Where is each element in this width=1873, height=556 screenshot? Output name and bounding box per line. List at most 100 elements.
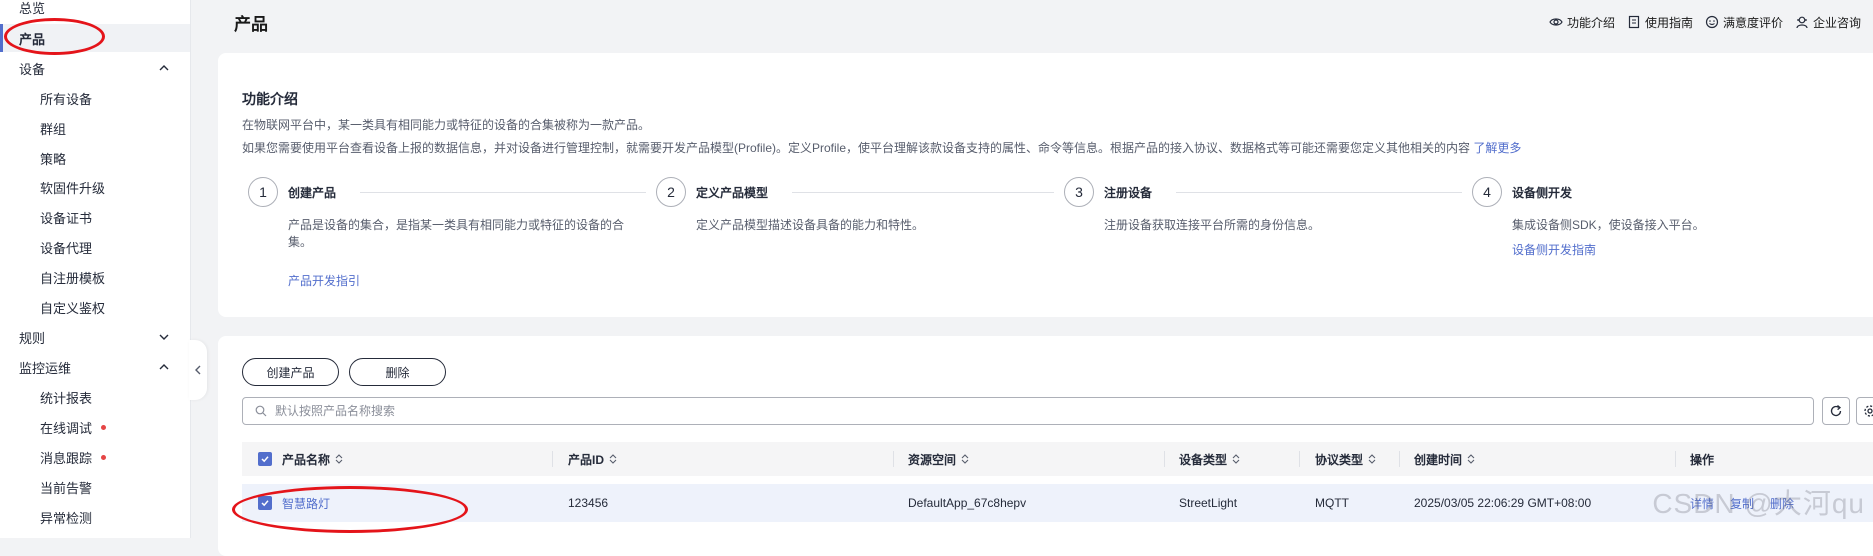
support-icon [1796,16,1808,29]
sort-icon[interactable] [1231,453,1241,465]
column-label: 产品ID [568,452,605,467]
step-title: 设备侧开发 [1512,186,1573,200]
step-title: 定义产品模型 [696,186,769,200]
sidebar-item-label: 异常检测 [40,510,93,526]
sort-icon[interactable] [1466,453,1476,465]
sidebar-item-anomaly-detection[interactable]: 异常检测 [0,503,190,531]
sidebar-item-message-trace[interactable]: 消息跟踪 [0,443,190,471]
product-dev-guide-link[interactable]: 产品开发指引 [288,272,360,289]
feature-intro-link[interactable]: 功能介绍 [1549,14,1615,31]
column-divider [1164,451,1165,467]
column-header-device-type[interactable]: 设备类型 [1179,442,1241,476]
eye-icon [1549,18,1563,26]
sidebar-item-self-register-template[interactable]: 自注册模板 [0,263,190,291]
select-all-checkbox[interactable] [258,452,272,466]
sidebar-item-groups[interactable]: 群组 [0,114,190,142]
column-label: 设备类型 [1179,452,1228,467]
cell-created-time: 2025/03/05 22:06:29 GMT+08:00 [1414,496,1592,510]
delete-button[interactable]: 删除 [349,358,446,386]
sidebar-item-overview[interactable]: 总览 [0,0,190,21]
step-connector [360,192,646,193]
column-divider [552,451,553,467]
user-guide-link[interactable]: 使用指南 [1627,14,1693,31]
header-link-label: 企业咨询 [1812,15,1861,30]
sort-icon[interactable] [608,453,618,465]
page-title: 产品 [234,15,268,34]
sidebar-item-device-proxy[interactable]: 设备代理 [0,233,190,261]
sidebar-item-policies[interactable]: 策略 [0,144,190,172]
header-link-label: 使用指南 [1644,15,1693,30]
column-header-name[interactable]: 产品名称 [258,442,344,476]
satisfaction-link[interactable]: 满意度评价 [1705,14,1783,31]
intro-title: 功能介绍 [242,91,298,107]
gear-icon [1864,405,1873,417]
refresh-icon [1830,405,1842,417]
sidebar-item-label: 监控运维 [19,360,72,376]
settings-button[interactable] [1856,397,1873,425]
column-label: 创建时间 [1414,452,1463,467]
sidebar-item-online-debug[interactable]: 在线调试 [0,413,190,441]
cell-protocol: MQTT [1315,496,1349,510]
step-number: 1 [248,177,278,207]
sidebar-item-label: 自定义鉴权 [40,300,106,316]
step-number: 2 [656,177,686,207]
step-description: 集成设备侧SDK，使设备接入平台。 [1512,218,1705,232]
step-title: 注册设备 [1104,186,1153,200]
sidebar-item-device-certs[interactable]: 设备证书 [0,203,190,231]
step-title: 创建产品 [288,186,337,200]
refresh-button[interactable] [1822,397,1850,425]
sidebar-item-label: 在线调试 [40,420,93,436]
sort-icon[interactable] [960,453,970,465]
step-description: 产品是设备的集合，是指某一类具有相同能力或特征的设备的合集。 [288,218,625,249]
chevron-down-icon [159,334,169,340]
intro-detail-text: 如果您需要使用平台查看设备上报的数据信息，并对设备进行管理控制，就需要开发产品模… [242,141,1471,155]
sidebar-item-firmware-upgrade[interactable]: 软固件升级 [0,173,190,201]
sidebar-item-statistics[interactable]: 统计报表 [0,383,190,411]
chevron-left-icon [195,365,201,375]
cell-resource-space: DefaultApp_67c8hepv [908,496,1027,510]
sidebar-item-label: 规则 [19,330,46,346]
device-dev-guide-link[interactable]: 设备侧开发指南 [1512,241,1596,258]
intro-description: 在物联网平台中，某一类具有相同能力或特征的设备的合集被称为一款产品。 [242,118,651,132]
step-description: 定义产品模型描述设备具备的能力和特性。 [696,218,925,232]
cell-device-type: StreetLight [1179,496,1238,510]
sidebar-item-label: 设备代理 [40,240,93,256]
step-connector [792,192,1054,193]
column-header-created[interactable]: 创建时间 [1414,442,1476,476]
sidebar-item-label: 设备 [19,61,46,77]
column-divider [1399,451,1400,467]
create-product-button[interactable]: 创建产品 [242,358,339,386]
sidebar-item-label: 策略 [40,151,67,167]
step-description: 注册设备获取连接平台所需的身份信息。 [1104,218,1321,232]
enterprise-consult-link[interactable]: 企业咨询 [1795,14,1861,31]
sidebar-group-rules[interactable]: 规则 [0,323,190,351]
sidebar-item-label: 消息跟踪 [40,450,93,466]
sidebar-group-monitoring[interactable]: 监控运维 [0,353,190,381]
sidebar-item-label: 自注册模板 [40,270,106,286]
feature-intro-card: 功能介绍 在物联网平台中，某一类具有相同能力或特征的设备的合集被称为一款产品。 … [218,53,1873,317]
step-number: 3 [1064,177,1094,207]
search-input[interactable] [273,403,1680,419]
table-header: 产品名称 产品ID 资源空间 设备类型 协议类型 创建时间 操作 [242,442,1873,476]
learn-more-link[interactable]: 了解更多 [1473,141,1521,155]
sort-icon[interactable] [334,453,344,465]
sidebar-item-current-alarms[interactable]: 当前告警 [0,473,190,501]
column-header-space[interactable]: 资源空间 [908,442,970,476]
column-header-id[interactable]: 产品ID [568,442,618,476]
sidebar-item-custom-auth[interactable]: 自定义鉴权 [0,293,190,321]
header-links: 功能介绍 使用指南 满意度评价 企业咨询 [1549,12,1873,32]
sidebar-collapse-button[interactable] [189,340,207,400]
column-header-protocol[interactable]: 协议类型 [1315,442,1377,476]
chevron-up-icon [159,364,169,370]
smiley-icon [1705,15,1719,29]
sort-icon[interactable] [1367,453,1377,465]
column-divider [893,451,894,467]
sidebar-item-all-devices[interactable]: 所有设备 [0,84,190,112]
sidebar-group-devices[interactable]: 设备 [0,54,190,82]
search-field[interactable] [242,397,1814,425]
header-link-label: 功能介绍 [1566,15,1615,30]
column-label: 产品名称 [282,452,331,467]
watermark: CSDN @大河qu [1652,488,1865,519]
new-badge-dot [101,454,107,460]
column-divider [1675,451,1676,467]
